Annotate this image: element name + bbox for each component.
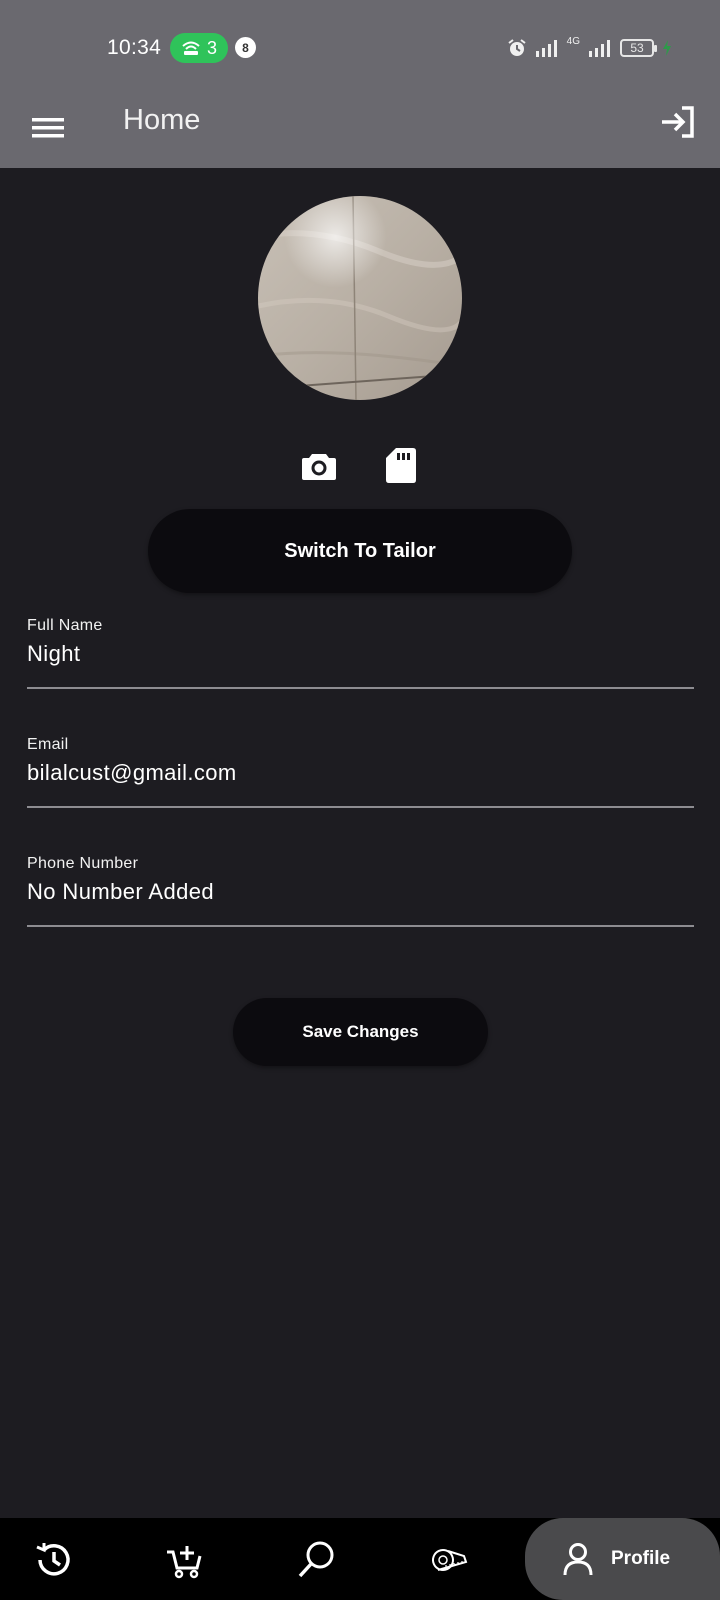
field-label: Email — [27, 736, 69, 753]
switch-to-tailor-button[interactable]: Switch To Tailor — [148, 509, 572, 593]
camera-icon[interactable] — [301, 448, 337, 484]
notification-count: 8 — [235, 37, 256, 58]
save-changes-button[interactable]: Save Changes — [233, 998, 488, 1066]
app-bar: Home — [0, 90, 720, 168]
hotspot-icon — [182, 41, 200, 55]
full-name-field[interactable]: Full Name Night — [27, 617, 694, 689]
profile-avatar[interactable] — [258, 196, 462, 400]
status-bar: 10:34 3 8 4G 53 — [0, 0, 720, 90]
history-icon[interactable] — [32, 1538, 76, 1582]
network-type: 4G — [566, 36, 580, 47]
nav-profile-tab[interactable]: Profile — [525, 1518, 720, 1600]
signal-icon — [535, 40, 557, 57]
field-value: bilalcust@gmail.com — [27, 760, 237, 785]
field-value: No Number Added — [27, 879, 214, 904]
battery-indicator: 53 — [620, 39, 657, 57]
signal-4g-icon — [589, 40, 610, 57]
field-value: Night — [27, 641, 81, 666]
charging-icon — [663, 40, 671, 56]
phone-number-field[interactable]: Phone Number No Number Added — [27, 855, 694, 927]
page-title: Home — [123, 104, 201, 136]
nav-profile-label: Profile — [611, 1548, 671, 1569]
search-icon[interactable] — [295, 1538, 339, 1582]
measuring-tape-icon[interactable] — [428, 1538, 472, 1582]
field-label: Full Name — [27, 617, 103, 634]
email-field[interactable]: Email bilalcust@gmail.com — [27, 736, 694, 808]
hotspot-count: 3 — [206, 37, 217, 58]
photo-actions — [0, 448, 720, 488]
hamburger-menu-icon[interactable] — [30, 108, 66, 148]
field-label: Phone Number — [27, 855, 139, 872]
field-underline — [27, 925, 694, 927]
field-underline — [27, 806, 694, 808]
alarm-icon — [508, 39, 526, 56]
login-icon[interactable] — [658, 102, 698, 142]
sd-card-icon[interactable] — [385, 446, 417, 484]
hotspot-badge: 3 — [170, 33, 228, 63]
add-to-cart-icon[interactable] — [163, 1538, 207, 1582]
person-icon — [563, 1543, 593, 1576]
battery-level: 53 — [630, 41, 644, 55]
field-underline — [27, 687, 694, 689]
status-time: 10:34 — [107, 36, 162, 59]
status-icons: 4G 53 — [507, 36, 672, 60]
